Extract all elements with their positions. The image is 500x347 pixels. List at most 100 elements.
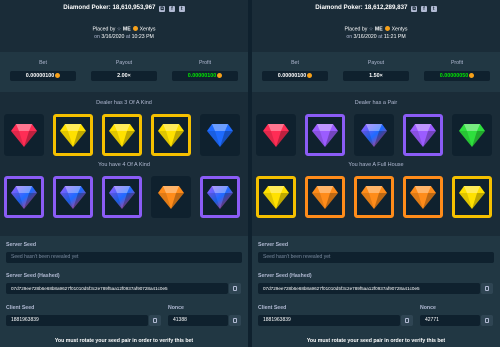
payout-value: 1.50× [343, 71, 409, 81]
coin-icon [307, 72, 313, 78]
bet-label: Bet [291, 60, 299, 66]
rainbow-diamond-icon [60, 186, 86, 209]
bet-date: 3/16/2020 [353, 34, 377, 40]
server-seed-field[interactable]: Seed hasn't been revealed yet [6, 252, 242, 263]
bet-time: 11:21 PM [383, 34, 406, 40]
bet-stat: Bet 0.00000100 [262, 60, 328, 81]
copy-client-seed-button[interactable] [401, 315, 413, 326]
gem-card [102, 176, 142, 218]
player-hand [0, 176, 248, 218]
time-prefix: at [125, 34, 131, 40]
coin-icon [469, 72, 475, 78]
copy-nonce-button[interactable] [481, 315, 493, 326]
gem-card [354, 114, 394, 156]
gem-card [4, 114, 44, 156]
placed-by-prefix: Placed by [344, 26, 368, 33]
bet-datetime: on 3/16/2020 at 10:23 PM [0, 34, 248, 40]
purple-diamond-icon [312, 124, 338, 147]
coin-icon [55, 72, 61, 78]
bet-stats: Bet 0.00000100 Payout 1.50× Profit 0.000… [252, 52, 500, 92]
bet-title-row: Diamond Poker: 18,610,953,967 ⧉ f t [0, 4, 248, 12]
copy-icon [485, 318, 489, 323]
nonce-label: Nonce [168, 305, 184, 311]
rainbow-diamond-icon [11, 186, 37, 209]
orange-diamond-icon [312, 186, 338, 209]
nonce-field[interactable]: 42771 [420, 315, 480, 326]
bet-title: Diamond Poker: 18,610,953,967 [63, 4, 156, 11]
copy-client-seed-button[interactable] [149, 315, 161, 326]
player-hand [252, 176, 500, 218]
gem-card [200, 114, 240, 156]
placed-by-prefix: Placed by [92, 26, 116, 33]
server-seed-hashed-label: Server Seed (Hashed) [6, 273, 60, 279]
username[interactable]: Xentys [392, 27, 408, 33]
gem-card [53, 114, 93, 156]
payout-value: 2.00× [91, 71, 157, 81]
bet-datetime: on 3/16/2020 at 11:21 PM [252, 34, 500, 40]
gem-card [403, 176, 443, 218]
twitter-icon[interactable]: t [178, 6, 185, 12]
profit-value-box: 0.00000050 [424, 71, 490, 81]
verify-note: You must rotate your seed pair in order … [306, 338, 446, 344]
emoji-icon [385, 26, 391, 31]
gem-card [354, 176, 394, 218]
dealer-result: Dealer has a Pair [354, 100, 398, 106]
rainbow-diamond-icon [207, 186, 233, 209]
copy-link-icon[interactable]: ⧉ [411, 6, 418, 12]
star-icon: ☆ [368, 26, 374, 33]
bet-stats: Bet 0.00000100 Payout 2.00× Profit 0.000… [0, 52, 248, 92]
green-diamond-icon [459, 124, 485, 147]
bet-stat: Bet 0.00000100 [10, 60, 76, 81]
vip-tag: ME [122, 26, 131, 33]
copy-nonce-button[interactable] [229, 315, 241, 326]
copy-hashed-seed-button[interactable] [229, 283, 241, 294]
profit-label: Profit [198, 60, 212, 66]
facebook-icon[interactable]: f [168, 6, 175, 12]
emoji-icon [133, 26, 139, 31]
gem-card [256, 176, 296, 218]
star-icon: ☆ [116, 26, 122, 33]
copy-icon [153, 318, 157, 323]
placed-by: Placed by ☆ ME Xentys [252, 26, 500, 33]
profit-stat: Profit 0.00000050 [424, 60, 490, 81]
copy-link-icon[interactable]: ⧉ [159, 6, 166, 12]
bet-value-box: 0.00000100 [10, 71, 76, 81]
profit-label: Profit [450, 60, 464, 66]
copy-icon [485, 286, 489, 291]
nonce-field[interactable]: 41388 [168, 315, 228, 326]
gem-card [151, 114, 191, 156]
copy-icon [233, 318, 237, 323]
red-diamond-icon [11, 124, 37, 147]
username[interactable]: Xentys [140, 27, 156, 33]
purple-diamond-icon [410, 124, 436, 147]
bet-panel-left: Diamond Poker: 18,610,953,967 ⧉ f t Plac… [0, 0, 248, 347]
copy-hashed-seed-button[interactable] [481, 283, 493, 294]
yellow-diamond-icon [60, 124, 86, 147]
blue-diamond-icon [207, 124, 233, 147]
bet-date: 3/16/2020 [101, 34, 125, 40]
gem-card [305, 176, 345, 218]
bet-value: 0.00000100 [277, 73, 307, 79]
gem-card [200, 176, 240, 218]
server-seed-label: Server Seed [6, 242, 36, 248]
server-seed-hashed-field[interactable]: 07d729ee728b6e68b8a9627f01010d5f3c2e789f… [6, 283, 228, 294]
yellow-diamond-icon [459, 186, 485, 209]
facebook-icon[interactable]: f [420, 6, 427, 12]
bet-value-box: 0.00000100 [262, 71, 328, 81]
client-seed-field[interactable]: 1881963839 [258, 315, 400, 326]
player-result: You have A Full House [348, 162, 404, 168]
client-seed-label: Client Seed [6, 305, 35, 311]
gem-card [102, 114, 142, 156]
profit-value: 0.00000100 [187, 73, 217, 79]
rainbow-diamond-icon [109, 186, 135, 209]
gem-card [53, 176, 93, 218]
bet-title: Diamond Poker: 18,612,289,837 [315, 4, 408, 11]
vip-tag: ME [374, 26, 383, 33]
gem-card [151, 176, 191, 218]
dealer-hand [0, 114, 248, 156]
client-seed-field[interactable]: 1881963839 [6, 315, 148, 326]
server-seed-field[interactable]: Seed hasn't been revealed yet [258, 252, 494, 263]
server-seed-hashed-field[interactable]: 07d729ee728b6e68b8a9627f01010d5f3c2e789f… [258, 283, 480, 294]
twitter-icon[interactable]: t [430, 6, 437, 12]
bet-time: 10:23 PM [131, 34, 154, 40]
